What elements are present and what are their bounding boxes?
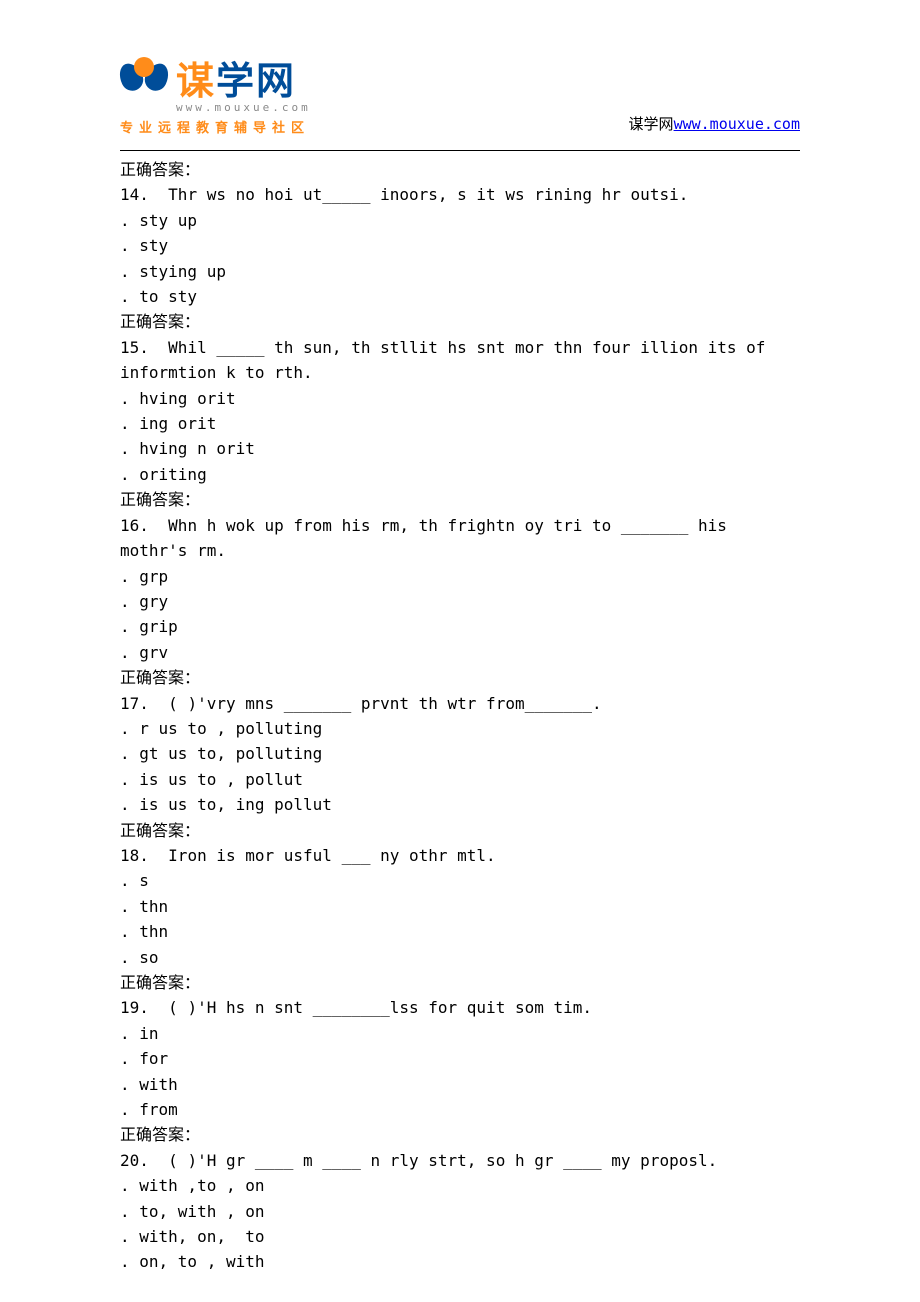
answer-label: 正确答案：	[120, 309, 800, 334]
question-option: . grp	[120, 564, 800, 589]
question-option: . s	[120, 868, 800, 893]
question-option: . thn	[120, 919, 800, 944]
question-option: . for	[120, 1046, 800, 1071]
question-option: . ing orit	[120, 411, 800, 436]
logo-char1: 谋	[176, 61, 216, 103]
header-divider	[120, 150, 800, 151]
question-stem: 18. Iron is mor usful ___ ny othr mtl.	[120, 843, 800, 868]
content-area: 正确答案： 14. Thr ws no hoi ut_____ inoors, …	[0, 157, 920, 1275]
question-option: . hving orit	[120, 386, 800, 411]
question-stem: 19. ( )'H hs n snt ________lss for quit …	[120, 995, 800, 1020]
question-option: . gt us to, polluting	[120, 741, 800, 766]
question-option: . hving n orit	[120, 436, 800, 461]
answer-label: 正确答案：	[120, 970, 800, 995]
question-option: . to, with , on	[120, 1199, 800, 1224]
logo-main: 谋学网	[120, 50, 311, 105]
question-option: . from	[120, 1097, 800, 1122]
question-option: . grv	[120, 640, 800, 665]
page-header: 谋学网 www.mouxue.com 专业远程教育辅导社区 谋学网www.mou…	[0, 0, 920, 146]
question-option: . is us to , pollut	[120, 767, 800, 792]
question-option: . to sty	[120, 284, 800, 309]
logo-domain: www.mouxue.com	[176, 101, 311, 114]
question-option: . on, to , with	[120, 1249, 800, 1274]
question-stem: 15. Whil _____ th sun, th stllit hs snt …	[120, 335, 800, 386]
logo-tagline: 专业远程教育辅导社区	[120, 117, 311, 136]
logo-icon	[120, 57, 168, 99]
answer-label: 正确答案：	[120, 1122, 800, 1147]
question-option: . so	[120, 945, 800, 970]
question-stem: 16. Whn h wok up from his rm, th frightn…	[120, 513, 800, 564]
question-stem: 20. ( )'H gr ____ m ____ n rly strt, so …	[120, 1148, 800, 1173]
site-link-url[interactable]: www.mouxue.com	[674, 115, 800, 133]
question-option: . oriting	[120, 462, 800, 487]
site-link: 谋学网www.mouxue.com	[629, 113, 800, 136]
question-option: . with	[120, 1072, 800, 1097]
question-option: . with ,to , on	[120, 1173, 800, 1198]
logo-char2: 学	[216, 61, 256, 103]
question-option: . thn	[120, 894, 800, 919]
question-option: . sty	[120, 233, 800, 258]
question-option: . in	[120, 1021, 800, 1046]
question-option: . stying up	[120, 259, 800, 284]
logo-char3: 网	[256, 61, 296, 103]
logo-text: 谋学网	[176, 50, 296, 105]
question-option: . sty up	[120, 208, 800, 233]
question-option: . is us to, ing pollut	[120, 792, 800, 817]
logo-block: 谋学网 www.mouxue.com 专业远程教育辅导社区	[120, 50, 311, 136]
answer-label: 正确答案：	[120, 818, 800, 843]
question-stem: 17. ( )'vry mns _______ prvnt th wtr fro…	[120, 691, 800, 716]
answer-label: 正确答案：	[120, 665, 800, 690]
question-option: . grip	[120, 614, 800, 639]
answer-label: 正确答案：	[120, 157, 800, 182]
question-option: . with, on, to	[120, 1224, 800, 1249]
question-stem: 14. Thr ws no hoi ut_____ inoors, s it w…	[120, 182, 800, 207]
answer-label: 正确答案：	[120, 487, 800, 512]
site-link-prefix: 谋学网	[629, 115, 674, 133]
question-option: . gry	[120, 589, 800, 614]
question-option: . r us to , polluting	[120, 716, 800, 741]
